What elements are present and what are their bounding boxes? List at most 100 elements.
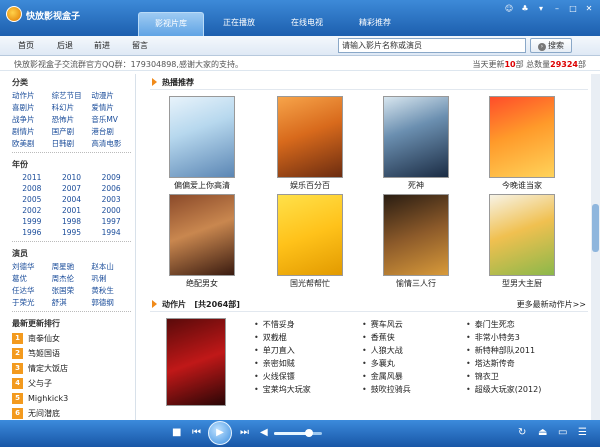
year-item[interactable]: 1998	[52, 216, 92, 227]
tab-library[interactable]: 影视片库	[138, 12, 204, 36]
actor-item[interactable]: 刘德华	[12, 261, 52, 272]
year-item[interactable]: 2002	[12, 205, 52, 216]
category-item[interactable]: 动作片	[12, 90, 52, 101]
menu-icon[interactable]: ▾	[534, 3, 548, 15]
actor-item[interactable]: 舒淇	[52, 297, 92, 308]
actor-item[interactable]: 黄秋生	[91, 285, 131, 296]
title-bar[interactable]: 快放影视盒子 影视片库 正在播放 在线电视 精彩推荐 ☺ ♣ ▾ – □ ✕	[0, 0, 600, 36]
playlist-icon[interactable]: ☰	[578, 427, 587, 438]
scrollbar-thumb[interactable]	[592, 204, 599, 252]
movie-link[interactable]: 单刀直入	[254, 344, 311, 357]
poster-card[interactable]: 国光帮帮忙	[276, 194, 344, 289]
rank-item[interactable]: 4 父与子	[12, 376, 131, 391]
category-item[interactable]: 日韩剧	[52, 138, 92, 149]
year-item[interactable]: 2001	[52, 205, 92, 216]
movie-link[interactable]: 非常小特务3	[466, 331, 541, 344]
eject-icon[interactable]: ⏏	[538, 427, 547, 438]
close-icon[interactable]: ✕	[582, 3, 596, 15]
category-item[interactable]: 动漫片	[91, 90, 131, 101]
rank-item[interactable]: 6 无间潜底	[12, 406, 131, 420]
skin-icon[interactable]: ♣	[518, 3, 532, 15]
actor-item[interactable]: 郭德纲	[91, 297, 131, 308]
rank-item[interactable]: 5 Mighkick3	[12, 391, 131, 406]
poster-card[interactable]: 今晚谁当家	[488, 96, 556, 191]
maximize-icon[interactable]: □	[566, 3, 580, 15]
category-item[interactable]: 喜剧片	[12, 102, 52, 113]
poster-card[interactable]: 愉情三人行	[382, 194, 450, 289]
previous-icon[interactable]: ⏮	[192, 427, 201, 438]
search-input[interactable]	[338, 38, 526, 53]
nav-home[interactable]: 首页	[18, 40, 34, 51]
poster-card[interactable]: 绝配男女	[168, 194, 236, 289]
poster-card[interactable]: 偏偏爱上你高清	[168, 96, 236, 191]
actor-item[interactable]: 周杰伦	[52, 273, 92, 284]
action-poster-image[interactable]	[166, 318, 226, 406]
nav-forward[interactable]: 前进	[94, 40, 110, 51]
actor-item[interactable]: 巩俐	[91, 273, 131, 284]
tab-recommend[interactable]: 精彩推荐	[342, 12, 408, 36]
category-item[interactable]: 港台剧	[91, 126, 131, 137]
rank-item[interactable]: 2 笃姬国语	[12, 346, 131, 361]
year-item[interactable]: 1994	[91, 227, 131, 238]
refresh-icon[interactable]: ↻	[518, 427, 526, 438]
year-item[interactable]: 2011	[12, 172, 52, 183]
year-item[interactable]: 2005	[12, 194, 52, 205]
actor-item[interactable]: 于荣光	[12, 297, 52, 308]
movie-link[interactable]: 不惜妥身	[254, 318, 311, 331]
year-item[interactable]: 2000	[91, 205, 131, 216]
actor-item[interactable]: 张国荣	[52, 285, 92, 296]
movie-link[interactable]: 赛车风云	[362, 318, 411, 331]
tab-now-playing[interactable]: 正在播放	[206, 12, 272, 36]
year-item[interactable]: 2003	[91, 194, 131, 205]
year-item[interactable]: 1995	[52, 227, 92, 238]
stop-icon[interactable]: ■	[172, 427, 181, 438]
category-item[interactable]: 音乐MV	[91, 114, 131, 125]
category-item[interactable]: 战争片	[12, 114, 52, 125]
volume-slider[interactable]	[274, 429, 322, 437]
category-item[interactable]: 高清电影	[91, 138, 131, 149]
movie-link[interactable]: 人狼大战	[362, 344, 411, 357]
movie-link[interactable]: 多襄丸	[362, 357, 411, 370]
category-item[interactable]: 欧美剧	[12, 138, 52, 149]
category-item[interactable]: 综艺节目	[52, 90, 92, 101]
year-item[interactable]: 2009	[91, 172, 131, 183]
actor-item[interactable]: 任达华	[12, 285, 52, 296]
rank-item[interactable]: 3 情定大饭店	[12, 361, 131, 376]
nav-back[interactable]: 后退	[57, 40, 73, 51]
movie-link[interactable]: 锦衣卫	[466, 370, 541, 383]
tab-online-tv[interactable]: 在线电视	[274, 12, 340, 36]
movie-link[interactable]: 鼓吹拉骑兵	[362, 383, 411, 396]
minimize-icon[interactable]: –	[550, 3, 564, 15]
movie-link[interactable]: 香蕉侠	[362, 331, 411, 344]
category-item[interactable]: 爱情片	[91, 102, 131, 113]
movie-link[interactable]: 双截棍	[254, 331, 311, 344]
category-item[interactable]: 国产剧	[52, 126, 92, 137]
search-button[interactable]: › 搜索	[530, 38, 572, 53]
movie-link[interactable]: 泰门生死恋	[466, 318, 541, 331]
play-button[interactable]: ▶	[208, 421, 232, 445]
year-item[interactable]: 2010	[52, 172, 92, 183]
movie-link[interactable]: 塔达斯传奇	[466, 357, 541, 370]
volume-knob[interactable]	[305, 429, 313, 437]
actor-item[interactable]: 赵本山	[91, 261, 131, 272]
movie-link[interactable]: 宝莱坞大玩家	[254, 383, 311, 396]
actor-item[interactable]: 周星驰	[52, 261, 92, 272]
next-icon[interactable]: ⏭	[240, 427, 249, 438]
year-item[interactable]: 2004	[52, 194, 92, 205]
year-item[interactable]: 2007	[52, 183, 92, 194]
movie-link[interactable]: 火线保镖	[254, 370, 311, 383]
movie-link[interactable]: 金属风暴	[362, 370, 411, 383]
year-item[interactable]: 2008	[12, 183, 52, 194]
year-item[interactable]: 1997	[91, 216, 131, 227]
poster-card[interactable]: 型男大主厨	[488, 194, 556, 289]
category-item[interactable]: 恐怖片	[52, 114, 92, 125]
year-item[interactable]: 2006	[91, 183, 131, 194]
action-more-link[interactable]: 更多最新动作片>>	[517, 299, 586, 310]
content-scrollbar[interactable]	[591, 74, 600, 420]
category-item[interactable]: 剧情片	[12, 126, 52, 137]
category-item[interactable]: 科幻片	[52, 102, 92, 113]
year-item[interactable]: 1996	[12, 227, 52, 238]
movie-link[interactable]: 超级大玩家(2012)	[466, 383, 542, 396]
fullscreen-icon[interactable]: ▭	[558, 427, 567, 438]
movie-link[interactable]: 新特种部队2011	[466, 344, 541, 357]
